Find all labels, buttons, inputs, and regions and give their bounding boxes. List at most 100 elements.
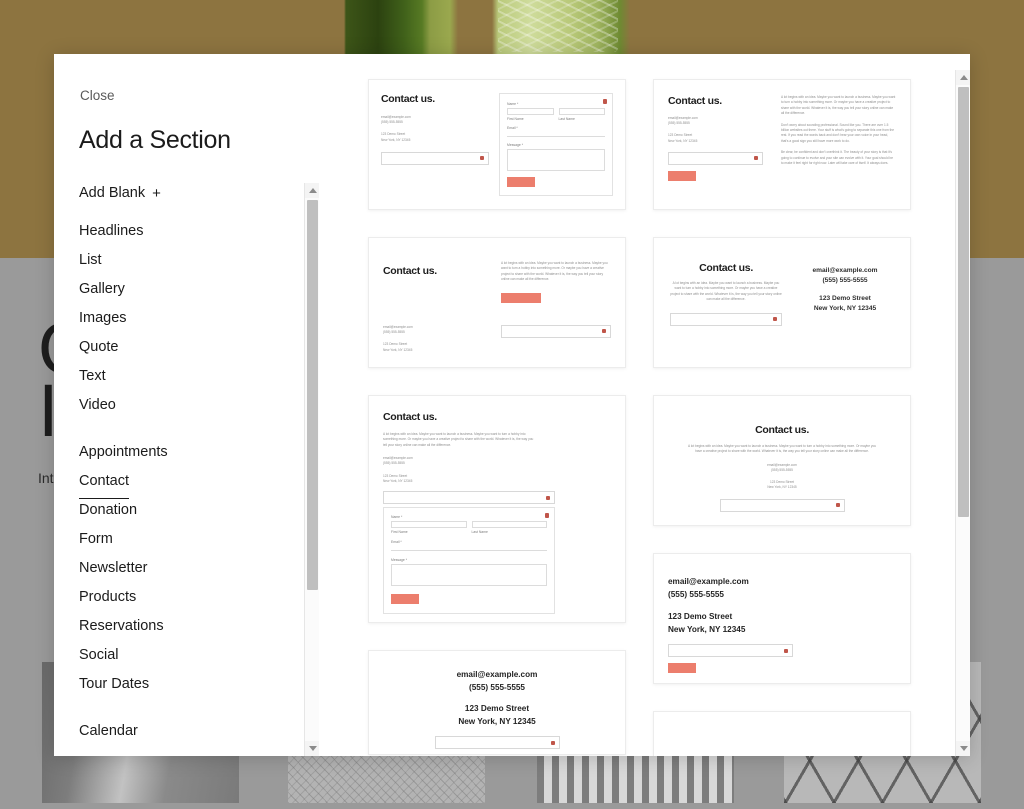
field-message xyxy=(391,564,547,586)
close-button[interactable]: Close xyxy=(80,88,115,103)
section-item-products[interactable]: Products xyxy=(54,583,299,612)
template-card[interactable]: Contact us. A lot begins with an idea. M… xyxy=(368,395,626,623)
section-item-contact[interactable]: Contact xyxy=(54,467,299,496)
template-input xyxy=(720,499,845,512)
template-heading: Contact us. xyxy=(668,95,763,107)
plus-icon: + xyxy=(152,186,161,201)
submit-button[interactable] xyxy=(507,177,535,187)
section-item-reservations[interactable]: Reservations xyxy=(54,612,299,641)
required-dot-icon xyxy=(773,317,777,321)
chevron-down-icon[interactable] xyxy=(305,741,320,756)
section-item-label: Headlines xyxy=(79,217,144,248)
chevron-down-icon[interactable] xyxy=(956,741,970,756)
section-item-label: Calendar xyxy=(79,717,138,748)
add-blank-button[interactable]: Add Blank + xyxy=(79,185,161,201)
field-label-last: Last Name xyxy=(559,117,606,121)
section-panel: Close Add a Section Add Blank + Headline… xyxy=(54,54,319,756)
submit-button[interactable] xyxy=(668,171,696,181)
field-last xyxy=(472,521,548,528)
template-input xyxy=(383,491,555,504)
add-section-modal: Close Add a Section Add Blank + Headline… xyxy=(54,54,970,756)
section-list-divider xyxy=(54,699,299,717)
field-last xyxy=(559,108,606,115)
section-item-form[interactable]: Form xyxy=(54,525,299,554)
required-dot-icon xyxy=(545,513,550,518)
section-item-label: Reservations xyxy=(79,612,164,643)
section-item-list[interactable]: List xyxy=(54,246,299,275)
template-card[interactable]: Contact us. email@example.com (555) 555-… xyxy=(368,79,626,210)
template-card[interactable]: Contact us. email@example.com (555) 555-… xyxy=(653,79,911,210)
section-item-text[interactable]: Text xyxy=(54,362,299,391)
gallery-scrollbar[interactable] xyxy=(955,70,970,756)
template-body-copy-3: Be clear, be confident and don't overthi… xyxy=(781,150,896,166)
template-heading: Contact us. xyxy=(688,424,876,436)
template-card[interactable]: email@example.com (555) 555-5555 123 Dem… xyxy=(368,650,626,755)
template-address-2: New York, NY 12345 xyxy=(381,138,489,143)
field-label-name: Name * xyxy=(391,515,547,519)
template-address-2: New York, NY 12345 xyxy=(668,139,763,144)
field-first xyxy=(507,108,554,115)
section-item-social[interactable]: Social xyxy=(54,641,299,670)
section-item-label: Contact xyxy=(79,467,129,499)
template-card[interactable]: Contact us. A lot begins with an idea. M… xyxy=(653,395,911,526)
template-gallery: Contact us. email@example.com (555) 555-… xyxy=(319,54,970,756)
template-email: email@example.com xyxy=(668,576,896,589)
template-card[interactable]: email@example.com (555) 555-5555 123 Dem… xyxy=(653,553,911,684)
template-phone: (555) 555-5555 xyxy=(796,276,894,286)
section-item-label: Donation xyxy=(79,496,137,527)
template-input xyxy=(381,152,489,165)
template-heading: Contact us. xyxy=(381,93,489,105)
section-item-appointments[interactable]: Appointments xyxy=(54,438,299,467)
template-heading: Contact us. xyxy=(383,411,538,423)
template-address-2: New York, NY 12345 xyxy=(668,624,896,637)
section-item-quote[interactable]: Quote xyxy=(54,333,299,362)
required-dot-icon xyxy=(480,156,484,160)
section-item-label: Products xyxy=(79,583,136,614)
submit-button[interactable] xyxy=(483,754,511,755)
submit-button[interactable] xyxy=(668,663,696,673)
template-phone: (555) 555-5555 xyxy=(383,461,538,466)
required-dot-icon xyxy=(546,496,550,500)
template-card[interactable]: Contact us. A lot begins with an idea. M… xyxy=(653,237,911,368)
template-address-2: New York, NY 12345 xyxy=(383,479,538,484)
field-label-message: Message * xyxy=(391,558,547,562)
section-item-video[interactable]: Video xyxy=(54,391,299,420)
section-item-newsletter[interactable]: Newsletter xyxy=(54,554,299,583)
chevron-up-icon[interactable] xyxy=(956,70,970,85)
section-item-label: Video xyxy=(79,391,116,422)
field-email xyxy=(391,545,547,551)
template-heading: Contact us. xyxy=(670,262,782,274)
template-email: email@example.com xyxy=(796,266,894,276)
required-dot-icon xyxy=(602,329,606,333)
section-item-tour-dates[interactable]: Tour Dates xyxy=(54,670,299,699)
template-card[interactable] xyxy=(653,711,911,756)
panel-scrollbar-thumb[interactable] xyxy=(307,200,318,590)
section-item-calendar[interactable]: Calendar xyxy=(54,717,299,746)
template-body-copy-2: Don't worry about sounding professional.… xyxy=(781,123,896,145)
section-list: HeadlinesListGalleryImagesQuoteTextVideo… xyxy=(54,217,319,756)
section-item-label: Text xyxy=(79,362,106,393)
template-body-copy: A lot begins with an idea. Maybe you wan… xyxy=(688,444,876,455)
gallery-scrollbar-thumb[interactable] xyxy=(958,87,969,517)
submit-button[interactable] xyxy=(391,594,419,604)
template-input xyxy=(501,325,611,338)
template-body-copy: A lot begins with an idea. Maybe you wan… xyxy=(383,432,538,448)
field-label-first: First Name xyxy=(507,117,554,121)
template-card[interactable]: Contact us. email@example.com (555) 555-… xyxy=(368,237,626,368)
section-item-images[interactable]: Images xyxy=(54,304,299,333)
template-phone: (555) 555-5555 xyxy=(381,120,489,125)
template-body-copy: A lot begins with an idea. Maybe you wan… xyxy=(501,261,611,283)
required-dot-icon xyxy=(603,99,608,104)
submit-button[interactable] xyxy=(501,293,541,303)
template-address-2: New York, NY 12345 xyxy=(688,485,876,490)
section-item-headlines[interactable]: Headlines xyxy=(54,217,299,246)
chevron-up-icon[interactable] xyxy=(305,183,320,198)
template-address-2: New York, NY 12345 xyxy=(383,716,611,729)
section-item-donation[interactable]: Donation xyxy=(54,496,299,525)
section-item-gallery[interactable]: Gallery xyxy=(54,275,299,304)
section-item-label: Social xyxy=(79,641,119,672)
template-address-1: 123 Demo Street xyxy=(668,611,896,624)
section-item-label: Tour Dates xyxy=(79,670,149,701)
template-body-copy: A lot begins with an idea. Maybe you wan… xyxy=(781,95,896,117)
panel-scrollbar[interactable] xyxy=(304,183,319,756)
